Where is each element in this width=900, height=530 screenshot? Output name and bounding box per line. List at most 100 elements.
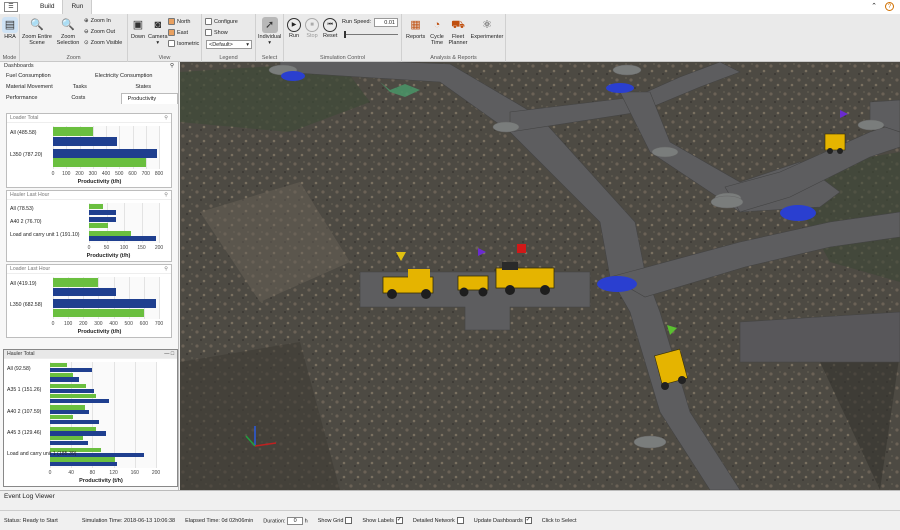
show-grid-toggle[interactable]: Show Grid [318, 517, 353, 524]
pin-icon[interactable]: ⚲ [164, 115, 168, 121]
pin-icon[interactable]: ⚲ [164, 192, 168, 198]
chart-bar-blue[interactable] [53, 299, 157, 308]
experimenter-button[interactable]: ⚛ Experimenter [470, 17, 504, 41]
dashboards-panel: Dashboards ⚲ Fuel Consumption Electricity… [0, 62, 179, 490]
run-speed-input[interactable]: 0.01 [374, 18, 398, 27]
legend-configure-button[interactable]: Configure [205, 18, 238, 25]
view-down-button[interactable]: ▣ Down [130, 17, 146, 41]
chart-bar-green[interactable] [53, 308, 144, 318]
show-grid-checkbox[interactable] [345, 517, 353, 524]
app-menu-icon[interactable]: ☰ [4, 2, 18, 12]
pin-icon[interactable]: ⚲ [170, 63, 174, 70]
scene-viewport[interactable] [180, 62, 900, 490]
chart-bar-green[interactable] [50, 415, 74, 420]
chart-bar-blue[interactable] [50, 389, 95, 394]
chart-tick-label: 100 [62, 171, 71, 177]
view-isometric-button[interactable]: Isometric [168, 40, 199, 47]
hra-button[interactable]: ▤ HRA [2, 17, 18, 40]
chart-bar-blue[interactable] [50, 377, 80, 382]
chevron-down-icon: ▾ [156, 40, 160, 46]
tab-productivity[interactable]: Productivity [120, 93, 178, 104]
pin-icon[interactable]: ⚲ [164, 266, 168, 272]
chart-bar-blue[interactable] [50, 398, 109, 403]
chart-bar-green[interactable] [50, 393, 96, 398]
chart-bar-green[interactable] [89, 223, 109, 229]
zoom-in-button[interactable]: ⊕ Zoom In [84, 18, 111, 24]
configure-icon [205, 18, 212, 25]
tab-performance[interactable]: Performance [0, 93, 55, 104]
zoom-out-icon: ⊖ [84, 29, 89, 35]
tab-tasks[interactable]: Tasks [53, 82, 116, 93]
legend-select[interactable]: <Default> ▾ [206, 40, 252, 49]
help-icon[interactable]: ? [885, 2, 894, 11]
chart-bar-green[interactable] [50, 372, 74, 377]
legend-show-button[interactable]: Show [205, 29, 228, 36]
window-controls-icon[interactable]: — □ [164, 351, 174, 357]
tab-fuel-consumption[interactable]: Fuel Consumption [0, 71, 89, 82]
cycle-time-button[interactable]: ◔ Cycle Time [428, 17, 446, 47]
tab-build[interactable]: Build [32, 0, 62, 14]
chart-bar-green[interactable] [50, 405, 85, 410]
chart-bar-green[interactable] [89, 230, 131, 236]
chart-bar-blue[interactable] [50, 431, 107, 436]
north-icon [168, 18, 175, 25]
chart-bar-blue[interactable] [53, 136, 118, 146]
detailed-network-checkbox[interactable] [456, 517, 464, 524]
chart-bar-blue[interactable] [89, 217, 116, 223]
chart-bar-blue[interactable] [53, 287, 117, 297]
chart-bar-green[interactable] [50, 384, 87, 389]
zoom-entire-scene-button[interactable]: 🔍 Zoom Entire Scene [22, 17, 52, 47]
chart-bar-blue[interactable] [50, 441, 88, 446]
update-dashboards-toggle[interactable]: Update Dashboards ✓ [474, 517, 532, 524]
chart-bar-green[interactable] [53, 278, 99, 287]
collapse-ribbon-icon[interactable]: ⌃ [871, 2, 877, 11]
chart-bar-green[interactable] [53, 127, 93, 137]
chart-bar-green[interactable] [50, 426, 96, 431]
run-button[interactable]: ▶ Run [287, 18, 301, 39]
update-dashboards-checkbox[interactable]: ✓ [524, 517, 532, 524]
view-east-button[interactable]: East [168, 29, 188, 36]
chart-bar-blue[interactable] [89, 236, 156, 242]
fleet-planner-button[interactable]: ⛟ Fleet Planner [448, 17, 468, 47]
chart-bar-green[interactable] [53, 158, 146, 168]
stop-button[interactable]: ■ Stop [305, 18, 319, 39]
duration-input[interactable]: 0 [287, 516, 304, 525]
chart-bar-blue[interactable] [53, 148, 158, 158]
chart-bar-blue[interactable] [50, 419, 100, 424]
individual-button[interactable]: ➚ Individual ▾ [258, 17, 281, 46]
chart-bar-blue[interactable] [89, 209, 117, 215]
event-log-viewer[interactable]: Event Log Viewer [0, 490, 900, 502]
show-labels-toggle[interactable]: Show Labels ✓ [362, 517, 403, 524]
camera-button[interactable]: ◙ Camera ▾ [148, 17, 168, 47]
mine-site-scene[interactable] [180, 62, 900, 490]
chart-axis-title: Productivity (t/h) [77, 179, 122, 185]
tab-electricity-consumption[interactable]: Electricity Consumption [89, 71, 178, 82]
chart-bar-green[interactable] [50, 436, 83, 441]
zoom-visible-button[interactable]: ⊙ Zoom Visible [84, 40, 122, 46]
chart-tick-label: 400 [109, 321, 118, 327]
zoom-out-button[interactable]: ⊖ Zoom Out [84, 29, 115, 35]
tab-costs[interactable]: Costs [55, 93, 120, 104]
chart-bar-blue[interactable] [50, 410, 90, 415]
zoom-selection-button[interactable]: 🔍 Zoom Selection [54, 17, 82, 47]
run-speed-slider[interactable] [344, 34, 398, 35]
chart-bar-green[interactable] [89, 204, 103, 210]
stop-icon: ■ [305, 18, 319, 32]
tab-run[interactable]: Run [62, 0, 93, 14]
view-north-button[interactable]: North [168, 18, 190, 25]
reports-icon: ▦ [410, 19, 421, 31]
reset-button[interactable]: ⏮ Reset [323, 18, 337, 39]
reports-button[interactable]: ▦ Reports [406, 17, 425, 41]
detailed-network-toggle[interactable]: Detailed Network [413, 517, 464, 524]
tab-material-movement[interactable]: Material Movement [0, 82, 53, 93]
chart-bar-blue[interactable] [50, 367, 93, 372]
run-speed-slider-thumb[interactable] [344, 31, 346, 38]
chevron-down-icon: ▾ [268, 40, 271, 46]
chart-gridline [156, 362, 157, 468]
chart-bar-green[interactable] [50, 457, 116, 462]
chart-bar-blue[interactable] [50, 462, 118, 467]
tab-states[interactable]: States [115, 82, 178, 93]
chart-bar-green[interactable] [50, 363, 68, 368]
chart-tick-label: 100 [63, 321, 73, 327]
show-labels-checkbox[interactable]: ✓ [395, 517, 403, 524]
